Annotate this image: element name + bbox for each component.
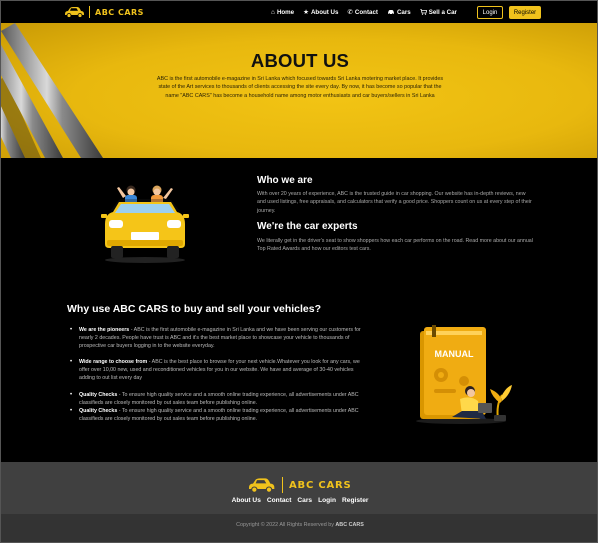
experts-text: We literally get in the driver's seat to… [257,238,533,253]
logo-divider [89,6,90,18]
why-heading: Why use ABC CARS to buy and sell your ve… [67,303,321,315]
register-button[interactable]: Register [509,6,541,19]
page: ABC CARS ⌂ Home ★ About Us ✆ Contact Car… [0,0,598,543]
why-item-text: To ensure high quality service and a smo… [79,407,359,422]
footer-logo-divider [282,477,283,493]
nav-home[interactable]: ⌂ Home [271,9,294,16]
nav-contact-label: Contact [354,8,378,16]
why-item-title: We are the pioneers [79,327,130,333]
nav-contact[interactable]: ✆ Contact [347,8,378,17]
nav-about[interactable]: ★ About Us [303,8,339,17]
car-logo-icon [249,478,275,493]
footer: ABC CARS About Us Contact Cars Login Reg… [1,462,597,542]
footer-link-login[interactable]: Login [318,497,336,504]
why-item-pioneers: We are the pioneers - ABC is the first a… [67,326,369,350]
who-text: With over 20 years of experience, ABC is… [257,191,532,214]
page-title: ABOUT US [250,50,350,71]
login-button[interactable]: Login [477,6,503,19]
why-list: We are the pioneers - ABC is the first a… [67,326,369,431]
footer-link-cars[interactable]: Cars [297,497,312,504]
why-item-title: Wide range to choose from [79,359,148,366]
car-icon [387,10,394,15]
hero-description: ABC is the first automobile e-magazine i… [156,76,444,99]
why-item-text: To ensure high quality service and a smo… [79,391,359,406]
nav-home-label: Home [276,8,295,16]
why-item-quality-2: Quality Checks - To ensure high quality … [67,407,369,423]
wiper-bars-decoration [1,23,103,158]
copyright-text: Copyright © 2022 All Rights Reserved by [236,522,334,528]
nav-sell-label: Sell a Car [428,8,457,16]
manual-label: MANUAL [435,349,474,359]
why-item-range: Wide range to choose from - ABC is the b… [67,358,369,382]
footer-link-contact[interactable]: Contact [267,497,292,504]
why-item-title: Quality Checks [79,391,118,398]
cart-icon [420,9,427,15]
who-heading: Who we are [257,175,313,186]
nav-cars[interactable]: Cars [387,9,411,16]
experts-heading: We're the car experts [257,221,358,232]
footer-brand-name: ABC CARS [289,479,352,491]
brand-name: ABC CARS [95,7,144,17]
nav-about-label: About Us [310,8,339,16]
star-icon: ★ [303,9,309,16]
brand-logo[interactable]: ABC CARS [63,5,144,19]
phone-icon: ✆ [347,9,353,16]
nav-links: ⌂ Home ★ About Us ✆ Contact Cars Sell a … [271,1,466,23]
footer-link-register[interactable]: Register [342,497,368,504]
manual-illustration: MANUAL [416,325,512,424]
car-illustration [101,185,189,263]
copyright: Copyright © 2022 All Rights Reserved by … [1,522,597,528]
hero-banner: ABOUT US ABC is the first automobile e-m… [1,23,597,158]
nav-cars-label: Cars [396,8,411,16]
footer-links: About Us Contact Cars Login Register [1,497,597,504]
why-item-title: Quality Checks [79,407,118,414]
navbar: ABC CARS ⌂ Home ★ About Us ✆ Contact Car… [1,1,597,23]
footer-link-about[interactable]: About Us [232,497,261,504]
footer-logo[interactable]: ABC CARS [245,477,352,493]
footer-bottom-bar [1,514,597,542]
car-logo-icon [65,7,84,18]
why-item-quality-1: Quality Checks - To ensure high quality … [67,391,369,407]
copyright-brand: ABC CARS [335,522,364,528]
nav-sell[interactable]: Sell a Car [420,9,457,16]
home-icon: ⌂ [271,8,275,16]
